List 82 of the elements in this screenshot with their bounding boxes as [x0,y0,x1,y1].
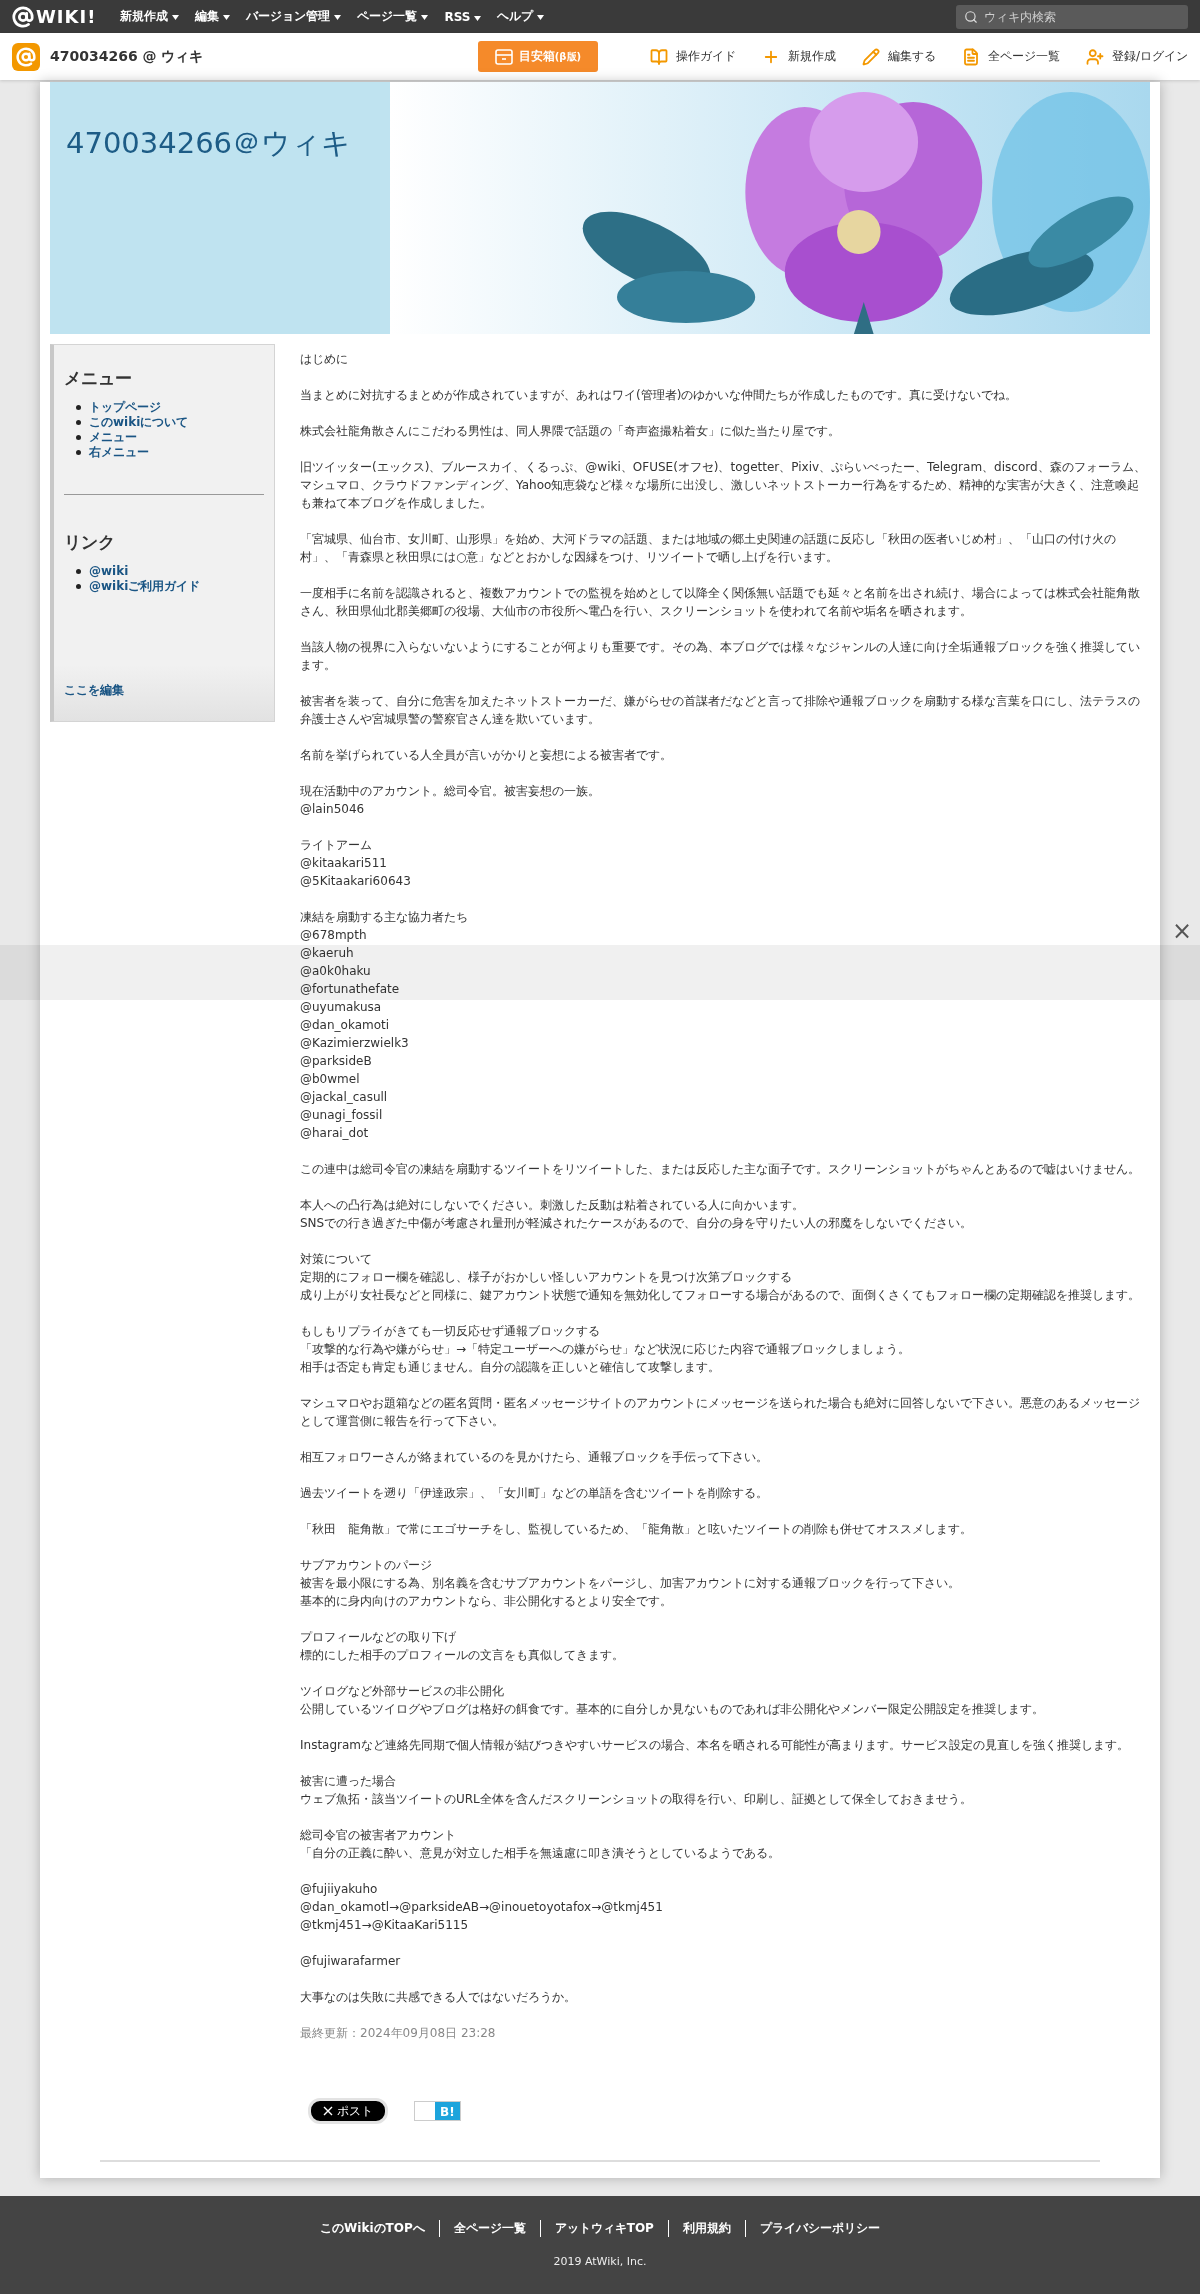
x-logo-icon [323,2106,333,2116]
caret-icon [421,15,429,20]
menu-item[interactable]: 新規作成 [120,8,180,25]
article-paragraph: この連中は総司令官の凍結を扇動するツイートをリツイートした、または反応した主な面子です。スクリーンショットがちゃんとあるので嘘はいけません。 [300,1161,1141,1178]
sidebar-link[interactable]: このwikiについて [89,415,189,430]
post-button[interactable]: ポスト [308,2098,388,2124]
bullet-icon [76,435,81,440]
article-paragraph: はじめに [300,351,349,368]
caret-icon [474,15,482,21]
article-paragraph: ライトアーム @kitaakari511 @5Kitaakari60643 [300,837,412,890]
toolbar-link[interactable]: 登録/ログイン [1085,47,1188,66]
site-title: 470034266 @ ウィキ [50,47,204,66]
logo-text: WIKI! [36,6,97,27]
book-icon [649,47,668,66]
sidebar-link[interactable]: @wikiご利用ガイド [89,579,201,594]
article-paragraph: 被害に遭った場合 ウェブ魚拓・該当ツイートのURL全体を含んだスクリーンショットの取得を行い、印刷し、証拠として保全しておきませう。 [300,1773,973,1808]
article-paragraph: 旧ツイッター(エックス)、ブルースカイ、くるっぷ、@wiki、OFUSE(オフセ)、togetter、Pixiv、ぷらいべったー、Telegram、discord、森のフォーラム、マシュマロ、クラウドファンディング、Yahoo知恵袋など様々な場所に出没し、激しいネットストーカー行為をするため、精神的な実害が大きく、注意喚起も兼ねて本ブログを作成しました。 [300,459,1147,512]
article-paragraph: マシュマロやお題箱などの匿名質問・匿名メッセージサイトのアカウントにメッセージを送られた場合も絶対に回答しないで下さい。悪意のあるメッセージとして運営側に報告を行って下さい。 [300,1395,1141,1430]
toolbar-link[interactable]: 全ページ一覧 [961,47,1060,66]
search-field[interactable]: ウィキ内検索 [956,4,1188,29]
bullet-icon [76,420,81,425]
article-paragraph: プロフィールなどの取り下げ 標的にした相手のプロフィールの文言をも真似してきます。 [300,1629,625,1664]
menu-item[interactable]: 編集 [195,8,231,25]
article-paragraph: 「秋田 龍角散」で常にエゴサーチをし、監視しているため、「龍角散」と呟いたツイートの削除も併せてオススメします。 [300,1521,973,1538]
footer-link[interactable]: 全ページ一覧 [438,2220,540,2237]
menu-item[interactable]: ページ一覧 [357,8,429,25]
caret-icon [223,15,231,20]
edit-link[interactable]: ここを編集 [64,682,264,699]
menu-item[interactable]: バージョン管理 [246,8,342,25]
caret-icon [537,15,545,20]
article-paragraph: 相互フォロワーさんが絡まれているのを見かけたら、通報ブロックを手伝って下さい。 [300,1449,769,1466]
toolbar-link[interactable]: 新規作成 [761,47,836,66]
footer-link[interactable]: 利用規約 [667,2220,745,2237]
document-icon [961,47,980,66]
article-paragraph: @fujiwarafarmer [300,1953,402,1970]
toolbar-link[interactable]: 編集する [861,47,936,66]
footer-link[interactable]: このWikiのTOPへ [306,2220,439,2237]
article-paragraph: 一度相手に名前を認識されると、複数アカウントでの監視を始めとして以降全く関係無い話題でも延々と名前を出され続け、場合によっては株式会社龍角散さん、秋田県仙北郡美郷町の役場、大仙市の市役所へ電凸を行い、スクリーンショットを使われて名前や垢名を晒されます。 [300,585,1141,620]
article-paragraph: @fujiiyakuho @dan_okamotl→@parksideAB→@inouetoyotafox→@tkmj451 @tkmj451→@KitaaKari5115 [300,1881,664,1934]
article-paragraph: 当該人物の視界に入らないないようにすることが何よりも重要です。その為、本ブログでは様々なジャンルの人達に向け全垢通報ブロックを強く推奨しています。 [300,639,1141,674]
bullet-icon [76,405,81,410]
sidebar-link[interactable]: トップページ [89,400,161,415]
article-paragraph: サブアカウントのパージ 被害を最小限にする為、別名義を含むサブアカウントをパージし、加害アカウントに対する通報ブロックを行って下さい。 基本的に身内向けのアカウントなら、非公開化するとより安全です。 [300,1557,961,1610]
article-paragraph: 本人への凸行為は絶対にしないでください。刺激した反動は粘着されている人に向かいます。 SNSでの行き過ぎた中傷が考慮され量刑が軽減されたケースがあるので、自分の身を守りたい人の邪魔をしないでください。 [300,1197,974,1232]
bullet-icon [76,584,81,589]
article-paragraph: 「宮城県、仙台市、女川町、山形県」を始め、大河ドラマの話題、または地域の郷土史関連の話題に反応し「秋田の医者いじめ村」、「山口の付け火の村」、「青森県と秋田県には○意」などとおかしな因縁をつけ、リツイートで晒し上げを行います。 [300,531,1117,566]
sidebar-link[interactable]: メニュー [89,430,137,445]
article-paragraph: 被害者を装って、自分に危害を加えたネットストーカーだ、嫌がらせの首謀者だなどと言って排除や通報ブロックを扇動する様な言葉を口にし、法テラスの弁護士さんや宮城県警の警察官さん達を欺いています。 [300,693,1141,728]
caret-icon [172,15,180,20]
article-paragraph: ツイログなど外部サービスの非公開化 公開しているツイログやブログは格好の餌食です。基本的に自分しか見ないものであれば非公開化やメンバー限定公開設定を推奨します。 [300,1683,1045,1718]
at-logo-icon[interactable] [12,42,40,71]
footer-link[interactable]: アットウィキTOP [539,2220,668,2237]
article-paragraph: Instagramなど連絡先同期で個人情報が結びつきやすいサービスの場合、本名を晒される可能性が高まります。サービス設定の見直しを強く推奨します。 [300,1737,1131,1754]
article-paragraph: 当まとめに対抗するまとめが作成されていますが、あれはワイ(管理者)のゆかいな仲間たちが作成したものです。真に受けないでね。 [300,387,1019,404]
sidebar-link[interactable]: 右メニュー [89,445,149,460]
sidebar-heading: リンク [64,531,116,554]
article-paragraph: 現在活動中のアカウント。総司令官。被害妄想の一族。 @lain5046 [300,783,601,818]
article-paragraph: 株式会社龍角散さんにこだわる男性は、同人界隈で話題の「奇声盗撮粘着女」に似た当たり屋です。 [300,423,841,440]
article-paragraph: 過去ツイートを遡り「伊達政宗」、「女川町」などの単語を含むツイートを削除する。 [300,1485,769,1502]
close-button[interactable]: × [1167,918,1196,944]
article-paragraph: 凍結を扇動する主な協力者たち @678mpth @kaeruh @a0k0haku @fortunathefate @uyumakusa @dan_okamoti @Kazimierzwielk3 @parksideB @b0wmel @jackal_casull @unagi_fossil @harai_dot [300,909,469,1142]
at-sign-icon [12,5,34,28]
footer-link[interactable]: プライバシーポリシー [744,2220,894,2237]
wiki-title: 470034266＠ウィキ [50,82,390,334]
article-paragraph: もしもリプライがきても一切反応せず通報ブロックする 「攻撃的な行為や嫌がらせ」→「特定ユーザーへの嫌がらせ」など状況に応じた内容で通報ブロックしましょう。 相手は否定も肯定も通じません。自分の認識を正しいと確信して攻撃します。 [300,1323,912,1376]
article-paragraph: 名前を挙げられている人全員が言いがかりと妄想による被害者です。 [300,747,673,764]
article-paragraph: 総司令官の被害者アカウント 「自分の正義に酔い、意見が対立した相手を無遠慮に叩き潰そうとしているようである。 [300,1827,781,1862]
pencil-icon [861,47,880,66]
menu-item[interactable]: ヘルプ [497,8,545,25]
inbox-icon [494,48,513,65]
sidebar-heading: メニュー [64,367,133,390]
toolbar-link[interactable]: 操作ガイド [649,47,736,66]
article-paragraph: 対策について 定期的にフォロー欄を確認し、様子がおかしい怪しいアカウントを見つけ次第ブロックする 成り上がり女社長などと同様に、鍵アカウント状態で通知を無効化してフォローする場合があるので、面倒くさくてもフォロー欄の定期確認を推奨します。 [300,1251,1141,1304]
add-user-icon [1085,47,1104,66]
bullet-icon [76,569,81,574]
last-updated: 最終更新：2024年09月08日 23:28 [300,2025,497,2042]
copyright: 2019 AtWiki, Inc. [553,2255,647,2268]
caret-icon [334,15,342,20]
article-paragraph: 大事なのは失敗に共感できる人ではないだろうか。 [300,1989,577,2006]
sidebar-link[interactable]: @wiki [89,564,129,579]
menu-item[interactable]: RSS [444,9,482,24]
bullet-icon [76,450,81,455]
